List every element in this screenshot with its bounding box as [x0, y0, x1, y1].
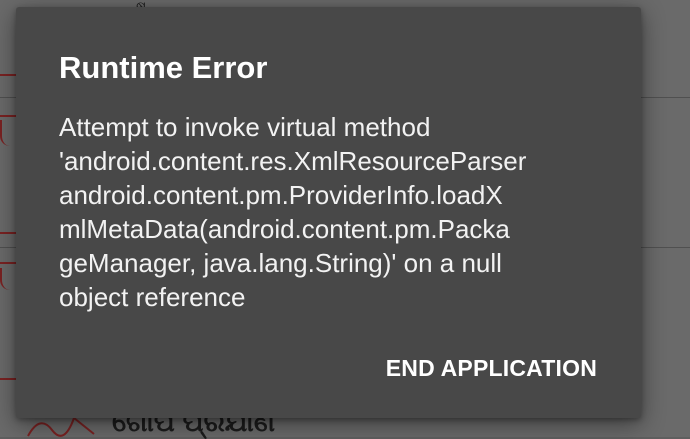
background-marker [0, 74, 16, 76]
dialog-title: Runtime Error [59, 50, 268, 85]
runtime-error-dialog: Runtime Error Attempt to invoke virtual … [16, 7, 641, 418]
background-marker [0, 232, 16, 234]
dialog-message: Attempt to invoke virtual method 'androi… [59, 112, 527, 312]
background-decoration [0, 268, 16, 290]
end-application-button[interactable]: END APPLICATION [382, 351, 601, 386]
background-marker [0, 378, 16, 380]
background-marker [0, 115, 16, 117]
background-marker [0, 262, 16, 264]
background-decoration [0, 120, 16, 146]
